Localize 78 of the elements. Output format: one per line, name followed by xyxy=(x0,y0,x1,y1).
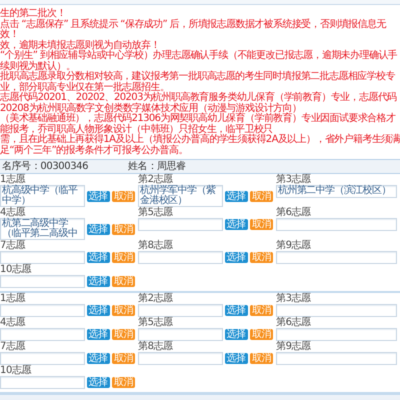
choice-field[interactable] xyxy=(138,251,223,264)
cancel-button[interactable]: 取消 xyxy=(112,276,135,287)
cancel-button[interactable]: 取消 xyxy=(250,305,273,316)
choice-field[interactable] xyxy=(138,218,223,231)
choice-field[interactable]: 杭州第二中学（滨江校区） xyxy=(276,185,397,198)
registration-number: 名序号：00300346 xyxy=(2,161,88,172)
choice-field[interactable] xyxy=(276,352,397,365)
choice-field[interactable] xyxy=(0,328,85,341)
choice-label: 4志愿 xyxy=(0,318,26,328)
choice-field[interactable] xyxy=(276,218,397,231)
choice-field[interactable] xyxy=(276,328,397,341)
cancel-button[interactable]: 取消 xyxy=(250,219,273,230)
select-button[interactable]: 选择 xyxy=(224,353,248,364)
select-button[interactable]: 选择 xyxy=(86,329,110,340)
select-button[interactable]: 选择 xyxy=(224,329,248,340)
choice-field[interactable] xyxy=(276,304,397,317)
choice-label: 1志愿 xyxy=(0,175,26,185)
notice-line: 需，且在此基础上再获得1A及以上（填报公办普高的学生须获得2A及以上），省外户籍考生须满足“两个三年”的报考条件才可报考公办普高。 xyxy=(0,135,400,156)
choice-field[interactable] xyxy=(276,251,397,264)
notice-line: “个别生” 到相应辅导站或中心学校）办理志愿确认手续（不能更改已报志愿，逾期未办理确认手续则视为默认）。 xyxy=(0,51,398,72)
choice-field[interactable]: 杭高级中学（临平中学） xyxy=(0,185,85,207)
cancel-button[interactable]: 取消 xyxy=(112,377,135,388)
cancel-button[interactable]: 取消 xyxy=(250,353,273,364)
choice-label: 4志愿 xyxy=(0,208,26,218)
choice-label: 第2志愿 xyxy=(138,175,174,185)
choice-label: 7志愿 xyxy=(0,241,26,251)
select-button[interactable]: 选择 xyxy=(224,190,248,202)
choice-label: 第3志愿 xyxy=(276,175,312,185)
notice-line: 志愿代码20201、20202、20203为杭州职高教育服务类幼儿保育（学前教育）专业，志愿代码20208为杭州职高数字文创类数字媒体技术应用（动漫与游戏设计方向） xyxy=(0,93,398,114)
select-button[interactable]: 选择 xyxy=(86,305,110,316)
select-button[interactable]: 选择 xyxy=(86,252,110,263)
student-name: 姓名：周思睿 xyxy=(128,161,186,172)
choice-field[interactable] xyxy=(138,328,223,341)
choice-field[interactable] xyxy=(138,304,223,317)
choice-label: 第9志愿 xyxy=(276,241,312,251)
choice-label: 第5志愿 xyxy=(138,208,174,218)
cancel-button[interactable]: 取消 xyxy=(112,224,135,234)
notice-line: 生的第二批次！ xyxy=(0,9,67,19)
select-button[interactable]: 选择 xyxy=(224,305,248,316)
choice-label: 第6志愿 xyxy=(276,318,312,328)
notice-line: 点击 “志愿保存” 且系统提示 “保存成功” 后，所填报志愿数据才被系统接受，否则填报信息无效！ xyxy=(0,20,388,40)
choice-label: 第6志愿 xyxy=(276,208,312,218)
choice-label: 10志愿 xyxy=(0,366,32,376)
select-button[interactable]: 选择 xyxy=(86,353,110,364)
choice-field[interactable] xyxy=(138,352,223,365)
notice-line: 效，逾期未填报志愿则视为自动放弃！ xyxy=(0,40,160,50)
cancel-button[interactable]: 取消 xyxy=(112,329,135,340)
choice-label: 第9志愿 xyxy=(276,342,312,352)
choice-field[interactable] xyxy=(0,304,85,317)
choice-label: 10志愿 xyxy=(0,265,32,275)
select-button[interactable]: 选择 xyxy=(224,252,248,263)
cancel-button[interactable]: 取消 xyxy=(250,252,273,263)
select-button[interactable]: 选择 xyxy=(86,190,110,202)
choice-label: 第8志愿 xyxy=(138,342,174,352)
notice-line: 批职高志愿录取分数相对较高，建议报考第一批职高志愿的考生同时填报第二批志愿相应学校专业，部分职高专业仅在第一批志愿招生。 xyxy=(0,72,395,92)
choice-label: 第8志愿 xyxy=(138,241,174,251)
choice-field[interactable]: 杭第二高级中学（临平第二高级中 xyxy=(0,218,85,240)
choice-label: 1志愿 xyxy=(0,294,26,304)
cancel-button[interactable]: 取消 xyxy=(250,329,273,340)
choice-field[interactable] xyxy=(0,275,85,288)
cancel-button[interactable]: 取消 xyxy=(112,190,135,202)
choice-field[interactable] xyxy=(0,251,85,264)
choice-label: 第3志愿 xyxy=(276,294,312,304)
choice-label: 第2志愿 xyxy=(138,294,174,304)
notice-line: （美术基础融通班），志愿代码21306为网契职高幼儿保育（学前教育）专业因面试要求合格才能报考，乔司职高人物形象设计（中韩班）只招女生，临平卫校只 xyxy=(0,114,396,134)
choice-field[interactable]: 杭州学军中学（紫金港校区） xyxy=(138,185,223,207)
cancel-button[interactable]: 取消 xyxy=(112,305,135,316)
cancel-button[interactable]: 取消 xyxy=(112,353,135,364)
select-button[interactable]: 选择 xyxy=(86,224,110,234)
cancel-button[interactable]: 取消 xyxy=(250,190,273,202)
select-button[interactable]: 选择 xyxy=(86,276,110,287)
cancel-button[interactable]: 取消 xyxy=(112,252,135,263)
choice-label: 第5志愿 xyxy=(138,318,174,328)
choice-label: 7志愿 xyxy=(0,342,26,352)
select-button[interactable]: 选择 xyxy=(86,377,110,388)
choice-field[interactable] xyxy=(0,352,85,365)
choice-field[interactable] xyxy=(0,376,85,389)
select-button[interactable]: 选择 xyxy=(224,219,248,230)
